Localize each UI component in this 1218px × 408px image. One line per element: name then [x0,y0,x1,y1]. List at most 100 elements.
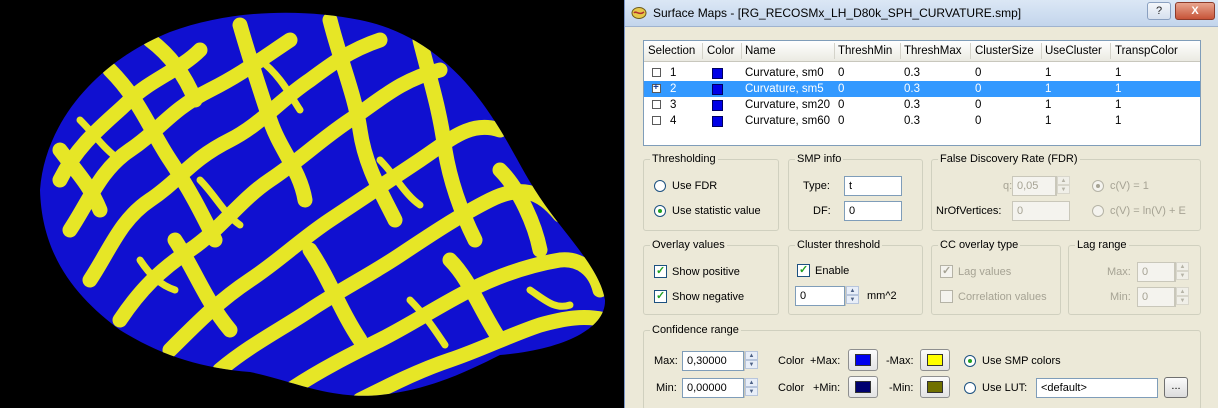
conf-max-spinner[interactable]: ▲ ▼ [744,351,758,371]
lag-values-label[interactable]: Lag values [958,266,1011,278]
browse-lut-button[interactable]: ... [1164,377,1188,398]
minus-min-color-button[interactable] [920,376,950,398]
row-index: 1 [670,67,677,79]
cv1-radio[interactable] [1092,180,1104,192]
row-selection-checkbox[interactable] [652,116,661,125]
cvln-radio[interactable] [1092,205,1104,217]
use-cluster: 1 [1045,83,1052,95]
cluster-size-field[interactable]: 0 [795,286,845,306]
column-header[interactable]: Name [745,45,776,57]
use-smp-colors-label[interactable]: Use SMP colors [982,355,1061,367]
color-label: Color [778,355,805,367]
spin-down-icon[interactable]: ▼ [745,387,758,396]
enable-cluster-label[interactable]: Enable [815,265,849,277]
use-smp-colors-radio[interactable] [964,355,976,367]
column-header[interactable]: Color [707,45,734,57]
use-statistic-radio[interactable] [654,205,666,217]
df-field[interactable]: 0 [844,201,902,221]
q-label: q: [1003,180,1013,192]
show-negative-label[interactable]: Show negative [672,291,744,303]
use-fdr-radio[interactable] [654,180,666,192]
surface-maps-list[interactable]: Selection Color Name ThreshMin ThreshMax… [643,40,1201,146]
row-selection-checkbox[interactable] [652,100,661,109]
spin-down-icon[interactable]: ▼ [1057,185,1070,194]
column-header[interactable]: ClusterSize [975,45,1034,57]
spin-up-icon[interactable]: ▲ [846,286,859,295]
group-title: Lag range [1075,239,1129,251]
show-negative-checkbox[interactable] [654,289,667,303]
lag-min-field[interactable]: 0 [1137,287,1175,307]
spin-up-icon[interactable]: ▲ [1057,176,1070,185]
cvln-label[interactable]: c(V) = ln(V) + E [1110,205,1186,217]
spin-up-icon[interactable]: ▲ [745,351,758,360]
use-lut-radio[interactable] [964,382,976,394]
spin-down-icon[interactable]: ▼ [846,295,859,304]
table-row[interactable]: 1 Curvature, sm0 0 0.3 0 1 1 [644,65,1200,81]
plus-min-color-button[interactable] [848,376,878,398]
enable-cluster-checkbox[interactable] [797,263,810,277]
correlation-values-label[interactable]: Correlation values [958,291,1047,303]
surface-3d-view[interactable] [0,0,624,408]
help-button[interactable]: ? [1147,2,1171,20]
lag-values-checkbox[interactable] [940,264,953,278]
minus-max-color-button[interactable] [920,349,950,371]
column-header[interactable]: ThreshMin [838,45,892,57]
minus-max-color-swatch [927,354,943,366]
column-header[interactable]: Selection [648,45,695,57]
map-name: Curvature, sm5 [745,83,824,95]
use-statistic-label[interactable]: Use statistic value [672,205,761,217]
minus-min-color-swatch [927,381,943,393]
spin-up-icon[interactable]: ▲ [1176,262,1189,271]
column-header[interactable]: UseCluster [1045,45,1102,57]
plus-max-color-button[interactable] [848,349,878,371]
lut-field[interactable]: <default> [1036,378,1158,398]
row-selection-checkbox[interactable] [652,68,661,77]
map-color-swatch[interactable] [712,68,723,79]
use-lut-label[interactable]: Use LUT: [982,382,1027,394]
type-label: Type: [803,180,830,192]
column-header[interactable]: ThreshMax [904,45,962,57]
title-bar: Surface Maps - [RG_RECOSMx_LH_D80k_SPH_C… [625,0,1218,27]
close-button[interactable]: X [1175,2,1215,20]
lag-max-label: Max: [1107,266,1131,278]
q-field[interactable]: 0,05 [1012,176,1056,196]
map-color-swatch[interactable] [712,84,723,95]
use-cluster: 1 [1045,67,1052,79]
df-label: DF: [813,205,831,217]
cv1-label[interactable]: c(V) = 1 [1110,180,1149,192]
spin-down-icon[interactable]: ▼ [1176,296,1189,305]
map-color-swatch[interactable] [712,116,723,127]
lag-min-spinner[interactable]: ▲ ▼ [1175,287,1189,307]
column-header[interactable]: TranspColor [1115,45,1178,57]
thresholding-group: Thresholding Use FDR Use statistic value [643,153,779,231]
spin-down-icon[interactable]: ▼ [745,360,758,369]
table-row-selected[interactable]: 2 Curvature, sm5 0 0.3 0 1 1 [644,81,1200,97]
q-spinner[interactable]: ▲ ▼ [1056,176,1070,196]
plus-max-color-swatch [855,354,871,366]
lag-max-spinner[interactable]: ▲ ▼ [1175,262,1189,282]
spin-up-icon[interactable]: ▲ [745,378,758,387]
show-positive-label[interactable]: Show positive [672,266,740,278]
table-row[interactable]: 4 Curvature, sm60 0 0.3 0 1 1 [644,113,1200,129]
conf-min-spinner[interactable]: ▲ ▼ [744,378,758,398]
minus-min-label: -Min: [889,382,914,394]
cc-overlay-group: CC overlay type Lag values Correlation v… [931,239,1061,315]
conf-max-field[interactable]: 0,30000 [682,351,744,371]
use-fdr-label[interactable]: Use FDR [672,180,717,192]
plus-min-label: +Min: [813,382,841,394]
thresh-max: 0.3 [904,67,920,79]
correlation-values-checkbox[interactable] [940,290,953,303]
window-title: Surface Maps - [RG_RECOSMx_LH_D80k_SPH_C… [653,6,1022,20]
group-title: Overlay values [650,239,727,251]
type-field[interactable]: t [844,176,902,196]
nr-vertices-field[interactable]: 0 [1012,201,1070,221]
cluster-size-spinner[interactable]: ▲ ▼ [845,286,859,306]
table-row[interactable]: 3 Curvature, sm20 0 0.3 0 1 1 [644,97,1200,113]
spin-up-icon[interactable]: ▲ [1176,287,1189,296]
spin-down-icon[interactable]: ▼ [1176,271,1189,280]
conf-min-field[interactable]: 0,00000 [682,378,744,398]
show-positive-checkbox[interactable] [654,264,667,278]
row-selection-checkbox[interactable] [652,82,661,93]
lag-max-field[interactable]: 0 [1137,262,1175,282]
map-color-swatch[interactable] [712,100,723,111]
